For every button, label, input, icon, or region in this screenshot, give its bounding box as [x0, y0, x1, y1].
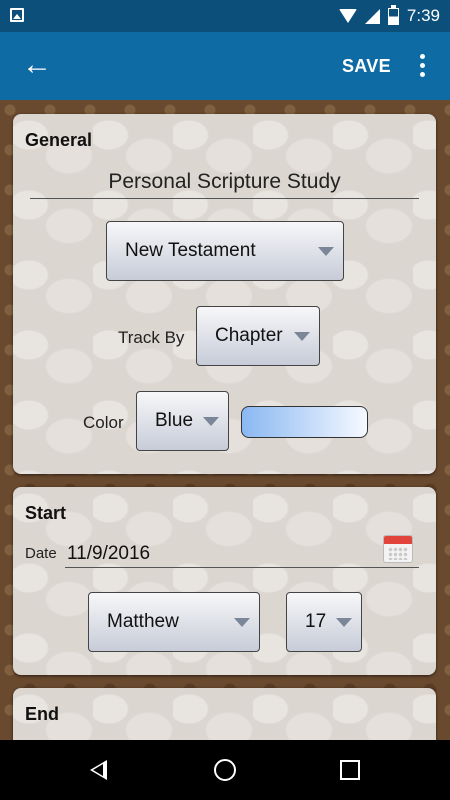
battery-icon: [387, 4, 399, 25]
status-time: 7:39: [406, 6, 440, 25]
content-area[interactable]: General Personal Scripture Study New Tes…: [0, 100, 450, 740]
book-select[interactable]: Matthew: [88, 592, 260, 652]
general-title: General: [25, 130, 93, 150]
end-card: End: [13, 688, 436, 740]
nav-home-icon[interactable]: [214, 759, 236, 781]
chevron-down-icon: [336, 618, 352, 627]
image-icon: [10, 8, 24, 22]
track-by-label: Track By: [118, 328, 185, 347]
collection-select[interactable]: New Testament: [106, 221, 344, 281]
chapter-value: 17: [305, 611, 327, 632]
arrow-back-icon[interactable]: ←: [22, 50, 52, 80]
color-label: Color: [83, 413, 124, 432]
more-vert-icon[interactable]: [418, 54, 426, 81]
book-value: Matthew: [107, 611, 179, 632]
navigation-bar: [0, 740, 450, 800]
start-card: Start Date 11/9/2016 Matthew 17: [13, 487, 436, 675]
nav-back-icon[interactable]: [90, 760, 107, 780]
color-value: Blue: [155, 410, 194, 431]
chapter-select[interactable]: 17: [286, 592, 362, 652]
status-bar: 7:39: [0, 0, 450, 32]
plan-name-input[interactable]: Personal Scripture Study: [30, 170, 419, 199]
signal-icon: [364, 8, 380, 24]
track-by-select[interactable]: Chapter: [196, 306, 320, 366]
end-title: End: [25, 704, 59, 724]
general-card: General Personal Scripture Study New Tes…: [13, 114, 436, 474]
wifi-icon: [338, 9, 357, 23]
chevron-down-icon: [234, 618, 250, 627]
collection-value: New Testament: [125, 240, 256, 261]
chevron-down-icon: [318, 247, 334, 256]
nav-recents-icon[interactable]: [340, 760, 360, 780]
chevron-down-icon: [294, 332, 310, 341]
chevron-down-icon: [203, 417, 219, 426]
date-underline: [65, 567, 419, 568]
start-title: Start: [25, 503, 67, 523]
color-select[interactable]: Blue: [136, 391, 229, 451]
app-bar: ← SAVE: [0, 32, 450, 100]
color-swatch[interactable]: [241, 406, 368, 438]
track-by-value: Chapter: [215, 325, 283, 346]
date-label: Date: [25, 545, 57, 562]
date-field[interactable]: 11/9/2016: [67, 543, 150, 565]
calendar-icon[interactable]: [383, 535, 413, 563]
save-button[interactable]: SAVE: [342, 56, 391, 77]
